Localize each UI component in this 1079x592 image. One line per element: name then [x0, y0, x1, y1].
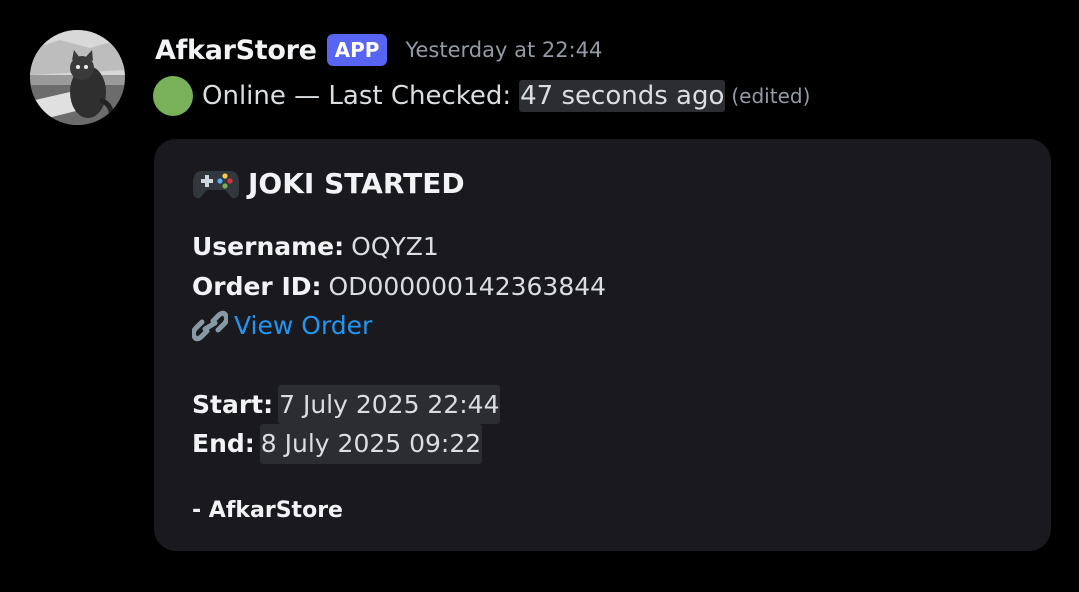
start-row: Start: 7 July 2025 22:44: [192, 384, 1013, 424]
author-name[interactable]: AfkarStore: [155, 35, 317, 66]
status-text: Online — Last Checked:: [202, 81, 512, 111]
start-label: Start:: [192, 389, 274, 419]
message-content: Online — Last Checked: 47 seconds ago (e…: [153, 76, 810, 116]
message-header: AfkarStore APP Yesterday at 22:44: [155, 34, 602, 66]
app-badge: APP: [326, 34, 388, 66]
cat-avatar-image: [30, 30, 125, 125]
end-timestamp[interactable]: 8 July 2025 09:22: [259, 424, 483, 464]
end-row: End: 8 July 2025 09:22: [192, 424, 1013, 464]
username-row: Username: OQYZ1: [192, 227, 1013, 267]
link-icon: [192, 310, 228, 341]
gamepad-icon: [193, 171, 239, 199]
embed-description: Username: OQYZ1 Order ID: OD000000142363…: [192, 227, 1013, 464]
view-order-row: View Order: [192, 306, 1013, 346]
edited-label[interactable]: (edited): [731, 84, 810, 108]
last-checked-timestamp[interactable]: 47 seconds ago: [519, 80, 726, 112]
message-timestamp[interactable]: Yesterday at 22:44: [405, 38, 602, 62]
order-id-row: Order ID: OD000000142363844: [192, 267, 1013, 307]
green-circle-icon: [153, 76, 193, 116]
author-avatar[interactable]: [30, 30, 125, 125]
embed-title: JOKI STARTED: [192, 163, 1013, 203]
view-order-link[interactable]: View Order: [234, 306, 372, 346]
start-timestamp[interactable]: 7 July 2025 22:44: [278, 384, 501, 424]
message-embed: JOKI STARTED Username: OQYZ1 Order ID: O…: [154, 139, 1051, 551]
embed-signature: - AfkarStore: [192, 497, 343, 523]
username-value: OQYZ1: [351, 232, 439, 261]
order-id-value: OD000000142363844: [328, 271, 607, 301]
embed-title-text: JOKI STARTED: [248, 166, 465, 200]
end-label: End:: [192, 429, 255, 458]
order-id-label: Order ID:: [192, 271, 322, 301]
username-label: Username:: [192, 232, 345, 261]
